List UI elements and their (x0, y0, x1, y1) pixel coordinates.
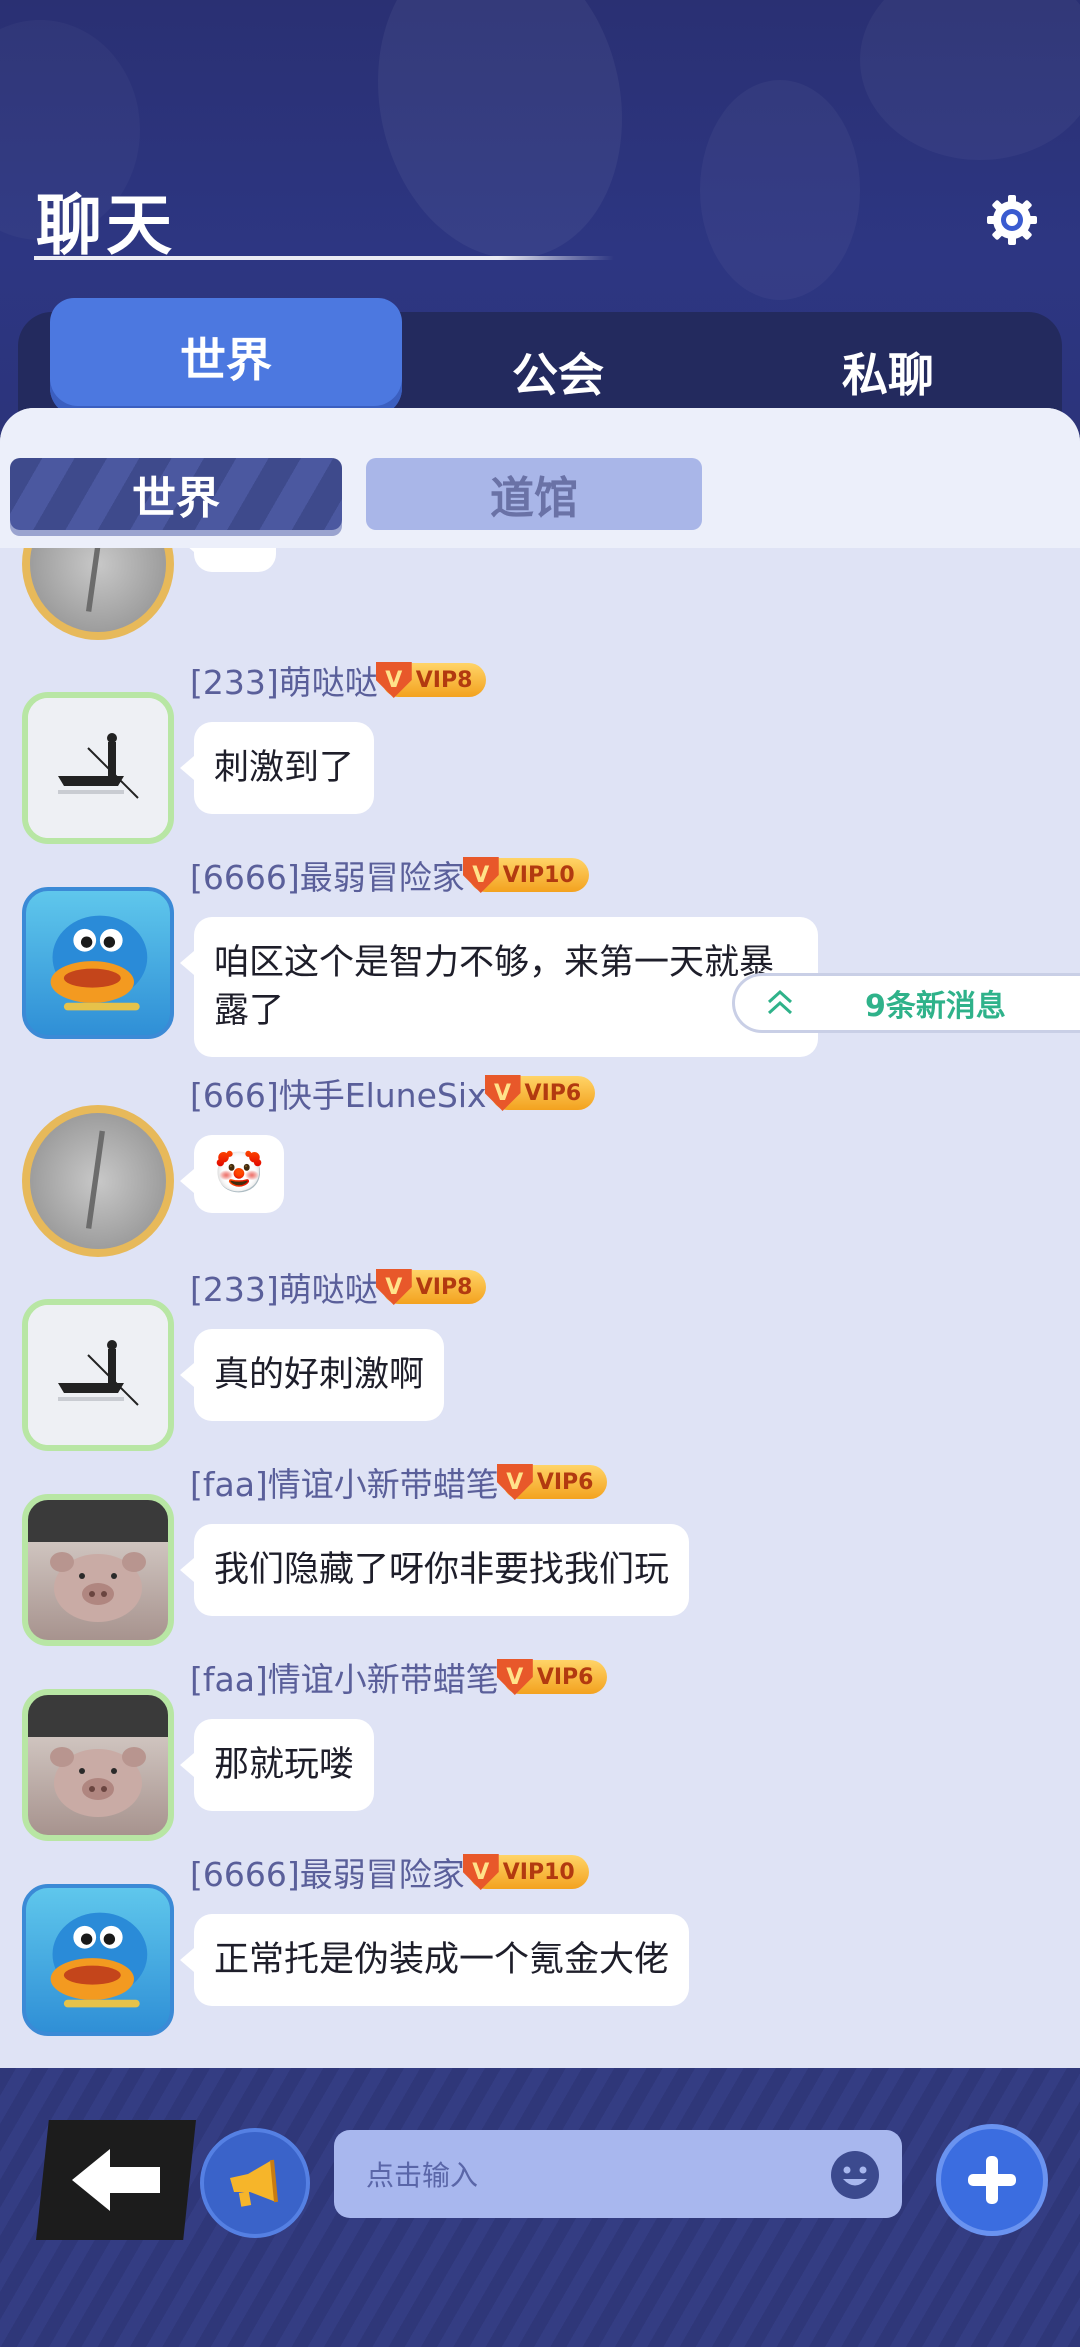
vip-level: VIP6 (536, 1469, 594, 1495)
message-text: 我们隐藏了呀你非要找我们玩 (214, 1550, 670, 1590)
sender-name[interactable]: [233]萌哒哒 V VIP8 (190, 1265, 487, 1309)
sub-tabs: 世界 道馆 (0, 408, 1080, 548)
message-input[interactable]: 点击输入 (334, 2130, 902, 2218)
vip-level: VIP8 (415, 667, 473, 693)
sender-name-text: [233]萌哒哒 (190, 663, 378, 702)
sender-name-text: [233]萌哒哒 (190, 1270, 378, 1309)
tab-private[interactable]: 私聊 (748, 322, 1028, 420)
gear-icon[interactable] (984, 192, 1040, 248)
new-messages-button[interactable]: 9条新消息 (732, 973, 1080, 1033)
vip-level: VIP10 (502, 1859, 575, 1885)
avatar[interactable] (22, 1494, 174, 1646)
vip-v-icon: V (375, 662, 412, 698)
tab-guild[interactable]: 公会 (418, 322, 698, 420)
sender-name[interactable]: [233]萌哒哒 V VIP8 (190, 658, 487, 702)
message-bubble: 那就玩喽 (179, 1719, 375, 1811)
title-underline (34, 256, 614, 260)
back-button[interactable] (36, 2120, 196, 2240)
input-placeholder: 点击输入 (366, 2159, 479, 2192)
sender-name[interactable]: [faa]情谊小新带蜡笔 V VIP6 (190, 1655, 608, 1699)
vip-badge: V VIP10 (462, 1854, 589, 1890)
background-decoration (860, 0, 1080, 160)
message-bubble: 🤡 (180, 1135, 284, 1213)
chevron-up-icon (767, 989, 793, 1015)
sender-name[interactable]: [faa]情谊小新带蜡笔 V VIP6 (190, 1460, 608, 1504)
avatar[interactable] (22, 1884, 174, 2036)
message-text: 咱区这个是智力不够，来第一天就暴露了 (214, 943, 775, 1031)
vip-v-icon: V (484, 1075, 521, 1111)
message-bubble: 我们隐藏了呀你非要找我们玩 (179, 1524, 690, 1616)
vip-v-icon: V (462, 1854, 499, 1890)
vip-level: VIP6 (536, 1664, 594, 1690)
avatar[interactable] (22, 692, 174, 844)
plus-button[interactable] (936, 2124, 1048, 2236)
sender-name-text: [faa]情谊小新带蜡笔 (190, 1465, 499, 1504)
sender-name-text: [6666]最弱冒险家 (190, 1855, 465, 1894)
avatar[interactable] (22, 1689, 174, 1841)
emoji-icon[interactable] (828, 2148, 882, 2202)
megaphone-icon (230, 2159, 278, 2207)
tab-world[interactable]: 世界 (50, 298, 402, 420)
vip-badge: V VIP6 (496, 1464, 608, 1500)
background-decoration (349, 0, 651, 282)
new-messages-label: 9条新消息 (865, 989, 1006, 1024)
vip-badge: V VIP8 (375, 1269, 487, 1305)
message-text: 那就玩喽 (214, 1745, 355, 1785)
message-bubble: 真的好刺激啊 (179, 1329, 445, 1421)
message-text: 真的好刺激啊 (214, 1355, 425, 1395)
vip-badge: V VIP10 (462, 857, 589, 893)
message-bubble: 刺激到了 (179, 722, 375, 814)
sender-name-text: [6666]最弱冒险家 (190, 858, 465, 897)
subtab-gym[interactable]: 道馆 (366, 458, 702, 530)
avatar[interactable] (22, 548, 174, 640)
sender-name[interactable]: [6666]最弱冒险家 V VIP10 (190, 853, 589, 897)
vip-v-icon: V (496, 1659, 533, 1695)
sender-name-text: [666]快手EluneSix (190, 1076, 487, 1115)
message-bubble: 咱区这个是智力不够，来第一天就暴露了 (180, 917, 818, 1057)
plus-icon (968, 2156, 1016, 2204)
input-bar: 点击输入 (0, 2068, 1080, 2347)
chat-header: 聊天 世界 公会 私聊 (0, 0, 1080, 420)
vip-v-icon: V (496, 1464, 533, 1500)
subtab-world[interactable]: 世界 (10, 458, 342, 530)
message-text: 正常托是伪装成一个氪金大佬 (214, 1940, 670, 1980)
avatar[interactable] (22, 1105, 174, 1257)
page-title: 聊天 (36, 187, 176, 264)
message-bubble: 正常托是伪装成一个氪金大佬 (179, 1914, 690, 2006)
background-decoration (700, 80, 860, 300)
vip-badge: V VIP6 (484, 1075, 596, 1111)
avatar[interactable] (22, 887, 174, 1039)
message-text: 🤡 (214, 1150, 264, 1196)
chat-panel: 世界 道馆 😊 (0, 408, 1080, 2068)
message-text: 刺激到了 (214, 748, 355, 788)
vip-level: VIP8 (415, 1274, 473, 1300)
sender-name-text: [faa]情谊小新带蜡笔 (190, 1660, 499, 1699)
sender-name[interactable]: [6666]最弱冒险家 V VIP10 (190, 1850, 589, 1894)
message-bubble: 😊 (180, 548, 276, 572)
message-text: 😊 (214, 548, 256, 555)
vip-level: VIP10 (502, 862, 575, 888)
main-tabs: 世界 公会 私聊 (18, 298, 1062, 420)
message-list[interactable]: 😊 [233]萌哒哒 VVIP8 刺激到了 (0, 548, 1080, 2068)
arrow-left-icon (72, 2149, 160, 2211)
vip-badge: V VIP8 (375, 662, 487, 698)
avatar[interactable] (22, 1299, 174, 1451)
sender-name[interactable]: [666]快手EluneSix V VIP6 (190, 1071, 596, 1115)
vip-level: VIP6 (524, 1080, 582, 1106)
broadcast-button[interactable] (200, 2128, 310, 2238)
vip-v-icon: V (462, 857, 499, 893)
vip-v-icon: V (375, 1269, 412, 1305)
vip-badge: V VIP6 (496, 1659, 608, 1695)
